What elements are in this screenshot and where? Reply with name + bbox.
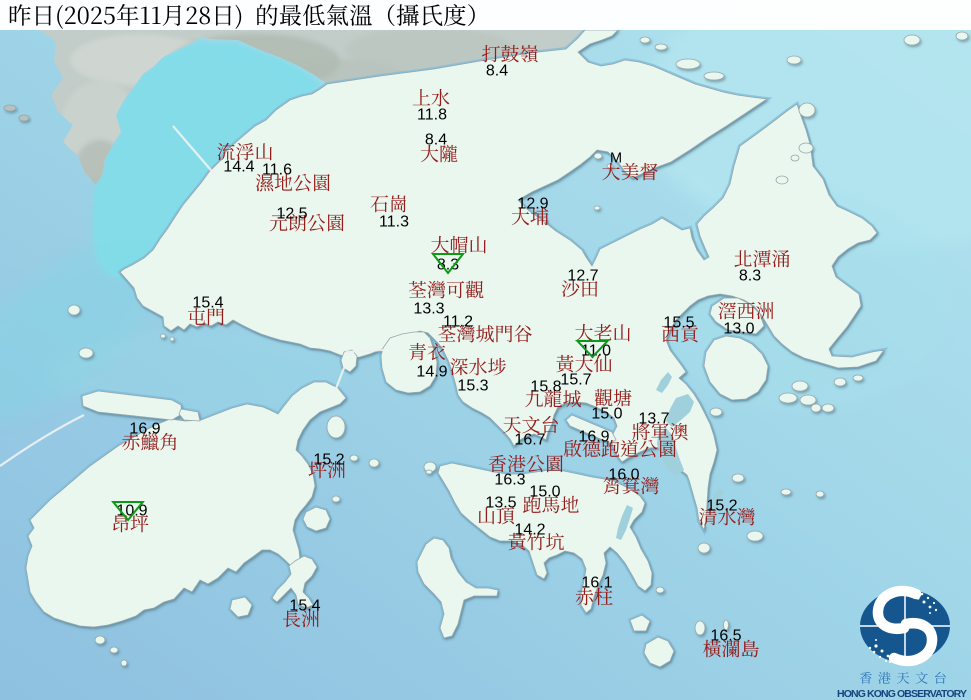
svg-text:8.4: 8.4 [486,63,508,80]
svg-text:16.9: 16.9 [129,421,160,438]
svg-text:15.5: 15.5 [663,315,694,332]
svg-text:16.7: 16.7 [514,432,545,449]
svg-text:14.2: 14.2 [514,522,545,539]
svg-text:11.8: 11.8 [417,107,447,124]
svg-text:15.4: 15.4 [192,295,223,312]
svg-text:HONG KONG OBSERVATORY: HONG KONG OBSERVATORY [837,688,967,700]
svg-text:15.4: 15.4 [289,598,320,615]
svg-text:16.3: 16.3 [494,472,525,489]
svg-text:11.2: 11.2 [443,314,473,331]
svg-text:11.3: 11.3 [379,214,409,231]
svg-text:12.7: 12.7 [567,268,598,285]
svg-text:11.6: 11.6 [262,162,292,179]
svg-text:13.5: 13.5 [485,495,516,512]
svg-text:16.5: 16.5 [710,628,741,645]
svg-text:11.0: 11.0 [581,343,611,360]
svg-text:15.3: 15.3 [457,378,488,395]
svg-text:13.7: 13.7 [638,411,669,428]
svg-text:8.3: 8.3 [437,257,459,274]
svg-text:12.9: 12.9 [517,196,548,213]
svg-text:16.1: 16.1 [581,575,612,592]
svg-text:15.2: 15.2 [706,498,737,515]
svg-text:15.0: 15.0 [529,484,560,501]
svg-text:12.5: 12.5 [276,206,307,223]
svg-text:14.4: 14.4 [223,159,254,176]
svg-text:15.2: 15.2 [313,452,344,469]
svg-text:16.0: 16.0 [608,467,639,484]
svg-text:13.3: 13.3 [413,301,444,318]
svg-text:14.9: 14.9 [416,364,447,381]
svg-text:15.0: 15.0 [591,406,622,423]
svg-text:8.3: 8.3 [739,268,761,285]
svg-text:15.7: 15.7 [560,372,591,389]
svg-text:M: M [610,151,622,167]
svg-text:16.9: 16.9 [578,429,609,446]
svg-text:13.0: 13.0 [723,321,754,338]
svg-text:8.4: 8.4 [425,132,447,149]
svg-text:15.8: 15.8 [530,379,561,396]
